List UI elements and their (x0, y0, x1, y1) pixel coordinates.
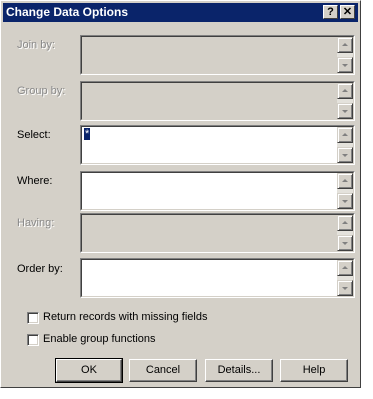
title-bar[interactable]: Change Data Options ? ✕ (3, 3, 358, 22)
up-arrow-icon (342, 179, 348, 182)
group-by-scrollbar (337, 83, 353, 119)
down-arrow-icon (342, 287, 348, 290)
cancel-button[interactable]: Cancel (129, 359, 197, 382)
scroll-up-button[interactable] (337, 173, 353, 189)
enable-group-label[interactable]: Enable group functions (43, 333, 156, 345)
return-missing-checkbox[interactable] (27, 312, 39, 324)
scroll-down-button[interactable] (337, 147, 353, 163)
up-arrow-icon (342, 266, 348, 269)
close-icon: ✕ (342, 6, 353, 18)
where-field[interactable] (80, 171, 355, 211)
select-field[interactable]: * (80, 125, 355, 165)
having-field (80, 213, 355, 253)
join-by-field (80, 35, 355, 75)
up-arrow-icon (342, 89, 348, 92)
order-by-label: Order by: (17, 263, 63, 275)
question-icon: ? (327, 6, 334, 18)
scroll-down-button (337, 103, 353, 119)
select-scrollbar[interactable] (337, 127, 353, 163)
scroll-up-button[interactable] (337, 127, 353, 143)
window-title: Change Data Options (6, 5, 129, 19)
scroll-down-button[interactable] (337, 193, 353, 209)
down-arrow-icon (342, 64, 348, 67)
where-scrollbar[interactable] (337, 173, 353, 209)
ok-button[interactable]: OK (55, 358, 123, 383)
scroll-up-button (337, 83, 353, 99)
scroll-down-button[interactable] (337, 280, 353, 296)
details-button[interactable]: Details... (205, 359, 273, 382)
order-by-scrollbar[interactable] (337, 260, 353, 296)
group-by-label: Group by: (17, 85, 66, 97)
enable-group-checkbox[interactable] (27, 334, 39, 346)
where-label: Where: (17, 175, 53, 187)
close-button[interactable]: ✕ (340, 5, 355, 19)
having-label: Having: (17, 217, 55, 229)
scroll-down-button (337, 235, 353, 251)
scroll-up-button (337, 37, 353, 53)
join-by-label: Join by: (17, 39, 55, 51)
up-arrow-icon (342, 133, 348, 136)
help-button[interactable]: Help (280, 359, 348, 382)
scroll-down-button (337, 57, 353, 73)
return-missing-label[interactable]: Return records with missing fields (43, 311, 207, 323)
help-title-button[interactable]: ? (323, 5, 338, 19)
scroll-up-button (337, 215, 353, 231)
join-by-scrollbar (337, 37, 353, 73)
down-arrow-icon (342, 110, 348, 113)
having-scrollbar (337, 215, 353, 251)
group-by-field (80, 81, 355, 121)
up-arrow-icon (342, 43, 348, 46)
select-label: Select: (17, 129, 51, 141)
order-by-field[interactable] (80, 258, 355, 298)
down-arrow-icon (342, 242, 348, 245)
scroll-up-button[interactable] (337, 260, 353, 276)
change-data-options-dialog: Change Data Options ? ✕ Join by: Group b… (0, 0, 361, 388)
select-value[interactable]: * (84, 128, 91, 140)
up-arrow-icon (342, 221, 348, 224)
down-arrow-icon (342, 200, 348, 203)
down-arrow-icon (342, 154, 348, 157)
